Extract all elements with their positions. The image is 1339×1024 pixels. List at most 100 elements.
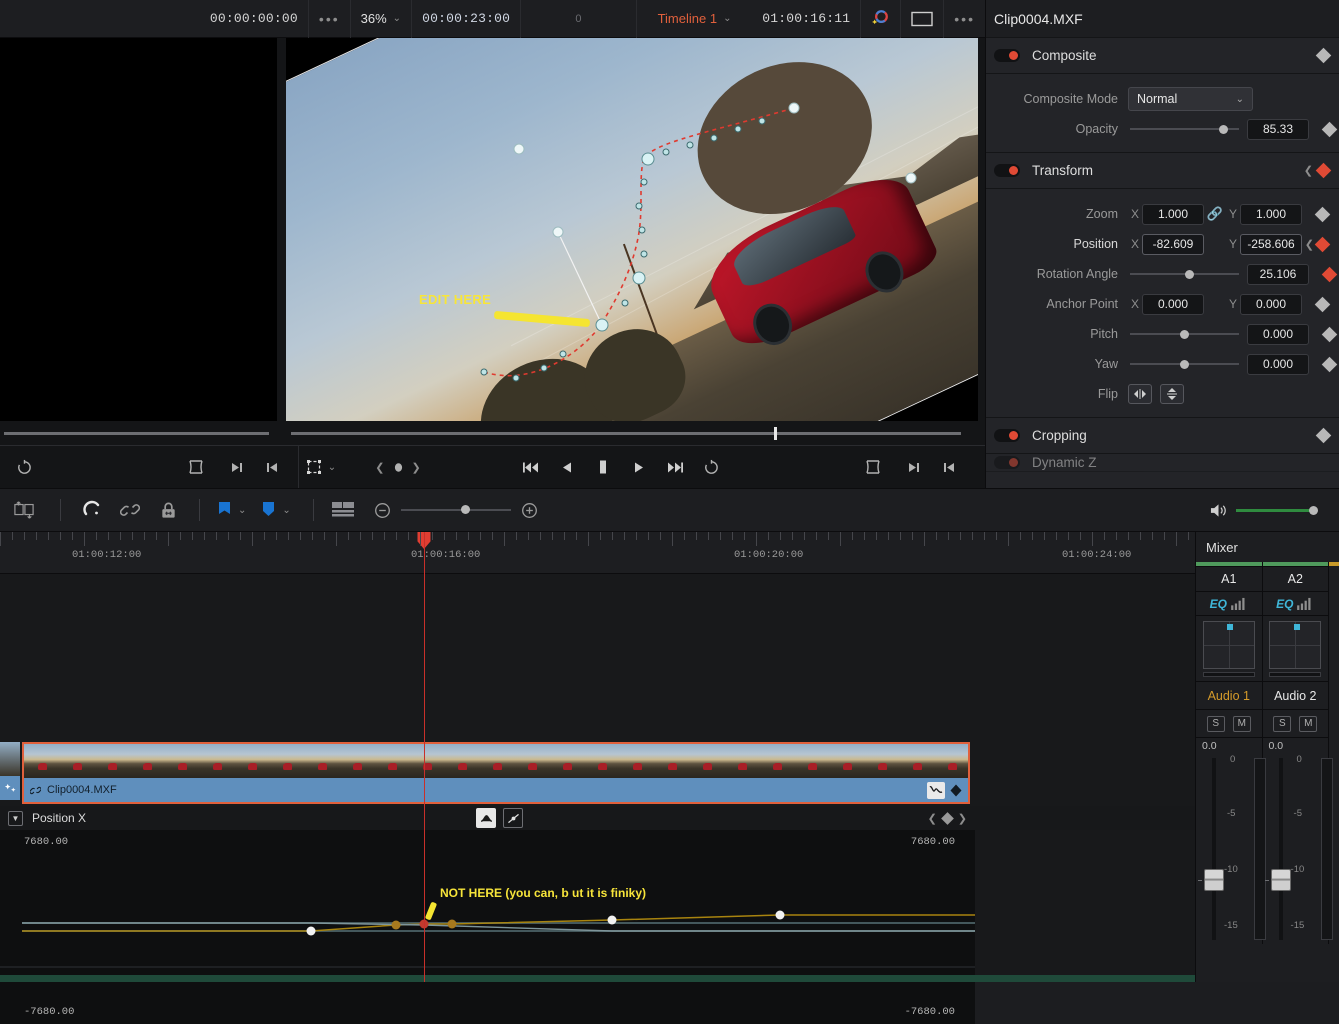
yaw-keyframe[interactable] (1309, 356, 1338, 372)
timecode-in-field[interactable]: 00:00:00:00 (200, 0, 309, 38)
cropping-keyframe-nav[interactable] (1315, 427, 1332, 444)
slider-knob[interactable] (1219, 124, 1229, 134)
keyframe-diamond-icon[interactable] (1314, 296, 1331, 312)
solo-button[interactable]: S (1206, 715, 1225, 732)
position-keyframe[interactable]: ❮ (1302, 236, 1331, 252)
pan-bar[interactable] (1269, 671, 1322, 677)
composite-enable-toggle[interactable] (994, 49, 1020, 62)
keyframe-diamond-icon[interactable] (1321, 326, 1338, 342)
source-fit-button[interactable] (174, 460, 218, 474)
curve-keyframe[interactable] (306, 926, 316, 936)
track-height-button[interactable] (326, 502, 360, 518)
link-clips-button[interactable] (111, 500, 149, 520)
marker-button[interactable] (256, 502, 280, 518)
channel-eq-a1[interactable]: EQ (1196, 592, 1262, 616)
channel-id-a2[interactable]: A2 (1262, 566, 1329, 592)
transform-keyframe-nav[interactable]: ❮ (1304, 162, 1332, 179)
curve-expand-button[interactable]: ▼ (8, 810, 23, 826)
curve-keyframe[interactable] (391, 920, 401, 930)
linear-curve-button[interactable] (503, 808, 524, 828)
keyframe-diamond-icon[interactable] (1314, 236, 1331, 252)
curve-keyframe[interactable] (607, 915, 617, 925)
fader-handle[interactable] (1204, 869, 1224, 891)
enhance-button[interactable] (861, 0, 902, 38)
cropping-enable-toggle[interactable] (994, 429, 1020, 442)
position-y-field[interactable]: -258.606 (1240, 233, 1302, 255)
pitch-keyframe[interactable] (1309, 326, 1338, 342)
play-button[interactable] (621, 461, 657, 474)
composite-mode-select[interactable]: Normal ⌄ (1128, 87, 1253, 111)
prev-keyframe-icon[interactable]: ❮ (1305, 238, 1314, 251)
mute-button[interactable]: M (1232, 715, 1251, 732)
source-prev-button[interactable] (254, 461, 290, 474)
section-header-transform[interactable]: Transform ❮ (986, 153, 1339, 189)
safe-area-button[interactable] (901, 0, 945, 38)
chevron-down-icon[interactable]: ⌄ (238, 505, 246, 516)
source-loop-button[interactable] (0, 459, 48, 476)
volume-slider[interactable] (1236, 505, 1318, 515)
keyframe-diamond-icon[interactable] (1315, 47, 1332, 64)
channel-db-a2[interactable]: 0.0 (1263, 738, 1329, 754)
source-scrub-bar[interactable] (4, 431, 269, 435)
anchor-y-field[interactable]: 0.000 (1240, 293, 1302, 315)
rotation-value-field[interactable]: 25.106 (1247, 263, 1309, 285)
keyframe-nav-group[interactable]: ❮ ❯ (343, 461, 453, 474)
link-icon[interactable]: 🔗 (1204, 206, 1226, 222)
prev-keyframe-icon[interactable]: ❮ (928, 812, 937, 825)
pan-pad[interactable] (1269, 620, 1322, 669)
mute-button[interactable]: M (1299, 715, 1318, 732)
flag-button[interactable] (212, 501, 236, 519)
keyframe-diamond-icon[interactable] (1315, 427, 1332, 444)
pan-pad[interactable] (1202, 620, 1255, 669)
duration-field[interactable]: 00:00:23:00 (412, 0, 522, 38)
prev-keyframe-icon[interactable]: ❮ (1304, 164, 1313, 177)
lock-track-button[interactable] (149, 501, 187, 520)
channel-id-a1[interactable]: A1 (1196, 566, 1262, 592)
anchor-x-field[interactable]: 0.000 (1142, 293, 1204, 315)
curve-keyframe[interactable] (775, 910, 785, 920)
zoom-out-icon[interactable] (374, 502, 391, 519)
chevron-down-icon[interactable]: ⌄ (282, 505, 290, 516)
viewer-more-button[interactable]: ••• (944, 0, 985, 38)
slider-knob[interactable] (1180, 359, 1190, 369)
curve-button[interactable] (927, 781, 945, 799)
keyframe-diamond-icon[interactable] (1315, 162, 1332, 179)
dynamic-zoom-enable-toggle[interactable] (994, 456, 1020, 469)
transform-enable-toggle[interactable] (994, 164, 1020, 177)
loop-playback-button[interactable] (693, 459, 729, 476)
keyframe-diamond-icon[interactable] (1321, 356, 1338, 372)
keyframe-dot-icon[interactable] (393, 462, 404, 473)
opacity-keyframe[interactable] (1309, 121, 1338, 137)
source-next-button[interactable] (218, 461, 254, 474)
keyframe-diamond-icon[interactable] (1314, 206, 1331, 222)
snapping-button[interactable] (73, 500, 111, 520)
keyframe-diamond-icon[interactable] (1321, 266, 1338, 282)
zoom-x-field[interactable]: 1.000 (1142, 203, 1204, 225)
pan-handle[interactable] (1293, 624, 1300, 631)
scrub-playhead[interactable] (774, 426, 777, 440)
section-header-cropping[interactable]: Cropping (986, 418, 1339, 454)
channel-eq-a2[interactable]: EQ (1262, 592, 1329, 616)
fader-handle[interactable] (1270, 869, 1291, 891)
timeline-name-selector[interactable]: Timeline 1 ⌄ (637, 0, 752, 38)
flip-horizontal-button[interactable] (1128, 384, 1152, 404)
pitch-slider[interactable] (1130, 324, 1239, 344)
timeline-ruler[interactable]: 01:00:12:00 01:00:16:00 01:00:20:00 01:00:2… (0, 532, 1195, 574)
track-keyframe-box[interactable] (0, 776, 20, 800)
slider-knob[interactable] (1180, 329, 1190, 339)
channel-name-a2[interactable]: Audio 2 (1262, 682, 1329, 710)
slider-knob[interactable] (1184, 269, 1194, 279)
opacity-value-field[interactable]: 85.33 (1247, 118, 1309, 140)
curve-editor-canvas[interactable]: 7680.00 7680.00 -7680.00 -7680.00 NOT HE… (0, 830, 975, 1024)
channel-name-a1[interactable]: Audio 1 (1196, 682, 1262, 710)
fader-track[interactable] (1212, 758, 1216, 940)
jump-end-button[interactable] (657, 461, 693, 474)
prev-keyframe-icon[interactable]: ❮ (375, 461, 384, 474)
zoom-y-field[interactable]: 1.000 (1240, 203, 1302, 225)
solo-button[interactable]: S (1273, 715, 1292, 732)
viewer-options-button[interactable]: ••• (309, 0, 351, 38)
anchor-keyframe[interactable] (1302, 296, 1331, 312)
opacity-slider[interactable] (1130, 119, 1239, 139)
flip-vertical-button[interactable] (1160, 384, 1184, 404)
zoom-slider-knob[interactable] (461, 505, 471, 514)
